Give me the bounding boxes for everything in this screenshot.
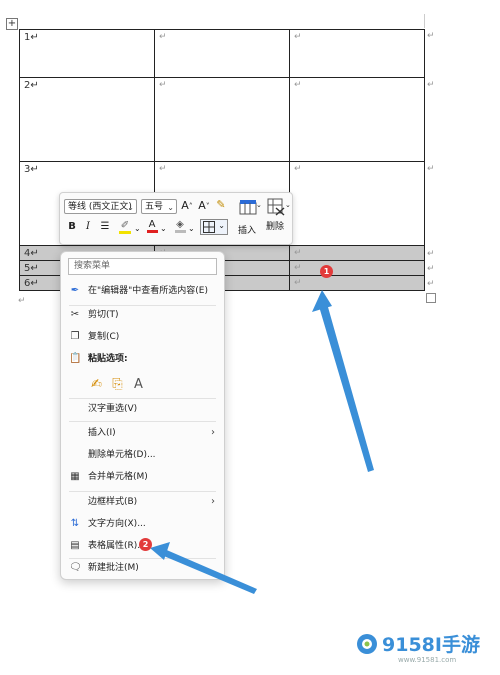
brand-logo-icon: [357, 634, 377, 654]
arrowhead-icon: [312, 290, 332, 312]
step-badge-1: 1: [320, 265, 333, 278]
arrow-to-table-properties: [159, 548, 257, 594]
annotation-arrows: [150, 290, 374, 594]
step-badge-2: 2: [139, 538, 152, 551]
watermark-url: www.91581.com: [398, 656, 457, 664]
watermark-brand: 9158I手游: [382, 634, 480, 656]
arrow-to-selected-rows: [318, 300, 374, 472]
